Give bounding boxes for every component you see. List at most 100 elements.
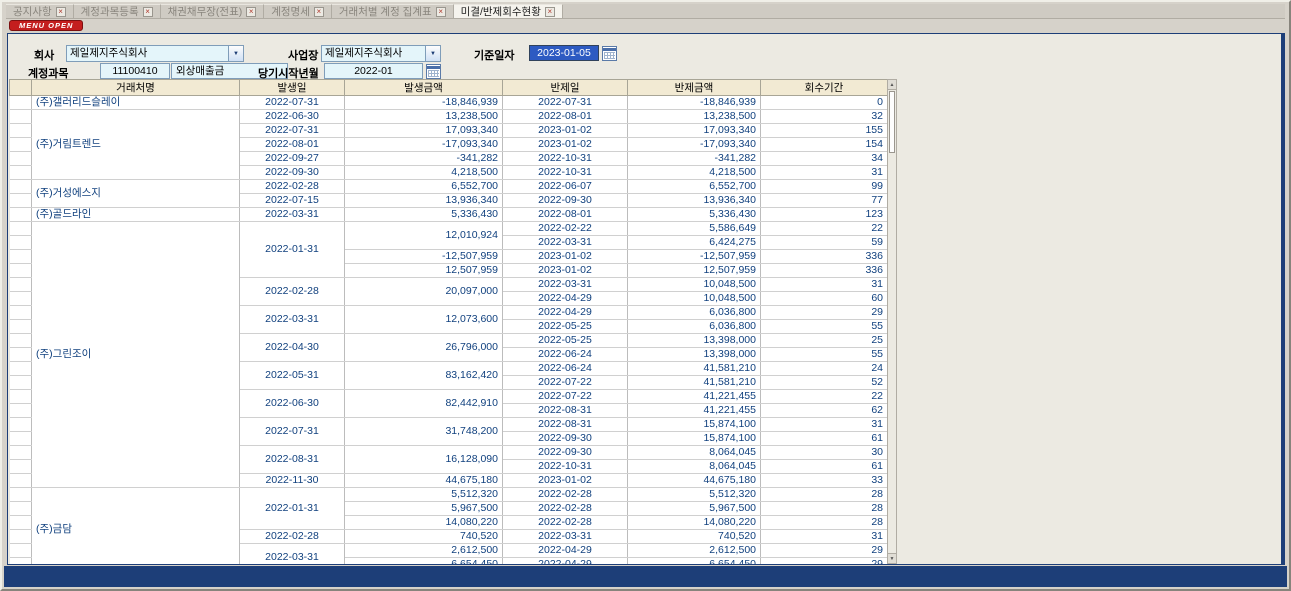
row-gutter-cell[interactable] <box>10 544 32 558</box>
tab-1[interactable]: 공지사항× <box>6 4 74 18</box>
occur-amount-cell[interactable]: 31,748,200 <box>345 418 503 446</box>
settle-date-cell[interactable]: 2022-08-01 <box>503 110 628 124</box>
settle-date-cell[interactable]: 2022-03-31 <box>503 236 628 250</box>
tab-close-icon[interactable]: × <box>545 7 555 17</box>
period-cell[interactable]: 55 <box>761 320 888 334</box>
row-gutter-cell[interactable] <box>10 474 32 488</box>
period-cell[interactable]: 31 <box>761 530 888 544</box>
period-cell[interactable]: 28 <box>761 488 888 502</box>
occur-amount-cell[interactable]: 5,512,320 <box>345 488 503 502</box>
period-cell[interactable]: 25 <box>761 334 888 348</box>
occur-amount-cell[interactable]: 83,162,420 <box>345 362 503 390</box>
period-cell[interactable]: 336 <box>761 264 888 278</box>
tab-close-icon[interactable]: × <box>246 7 256 17</box>
occur-amount-cell[interactable]: 12,507,959 <box>345 264 503 278</box>
occur-date-cell[interactable]: 2022-01-31 <box>240 222 345 278</box>
settle-date-cell[interactable]: 2023-01-02 <box>503 264 628 278</box>
scroll-up-icon[interactable]: ▲ <box>888 80 896 90</box>
occur-amount-cell[interactable]: -12,507,959 <box>345 250 503 264</box>
period-cell[interactable]: 55 <box>761 348 888 362</box>
occur-amount-cell[interactable]: 82,442,910 <box>345 390 503 418</box>
occur-amount-cell[interactable]: 14,080,220 <box>345 516 503 530</box>
customer-cell[interactable]: (주)그린조이 <box>32 222 240 488</box>
settle-date-cell[interactable]: 2022-05-25 <box>503 320 628 334</box>
occur-date-cell[interactable]: 2022-06-30 <box>240 390 345 418</box>
tab-close-icon[interactable]: × <box>143 7 153 17</box>
base-date-input[interactable] <box>529 45 599 61</box>
period-cell[interactable]: 31 <box>761 278 888 292</box>
settle-amount-cell[interactable]: 14,080,220 <box>628 516 761 530</box>
settle-date-cell[interactable]: 2022-10-31 <box>503 152 628 166</box>
occur-amount-cell[interactable]: -341,282 <box>345 152 503 166</box>
period-cell[interactable]: 24 <box>761 362 888 376</box>
settle-date-cell[interactable]: 2022-09-30 <box>503 446 628 460</box>
occur-amount-cell[interactable]: 740,520 <box>345 530 503 544</box>
settle-amount-cell[interactable]: 41,221,455 <box>628 390 761 404</box>
row-gutter-cell[interactable] <box>10 208 32 222</box>
settle-date-cell[interactable]: 2022-04-29 <box>503 544 628 558</box>
settle-date-cell[interactable]: 2022-04-29 <box>503 558 628 565</box>
period-cell[interactable]: 336 <box>761 250 888 264</box>
row-gutter-cell[interactable] <box>10 362 32 376</box>
period-cell[interactable]: 28 <box>761 502 888 516</box>
tab-4[interactable]: 계정명세× <box>264 4 332 18</box>
period-cell[interactable]: 33 <box>761 474 888 488</box>
tab-3[interactable]: 채권채무장(전표)× <box>161 4 265 18</box>
occur-date-cell[interactable]: 2022-03-31 <box>240 306 345 334</box>
tab-6[interactable]: 미결/반제회수현황× <box>454 4 563 18</box>
settle-amount-cell[interactable]: 6,424,275 <box>628 236 761 250</box>
customer-cell[interactable]: (주)거성에스지 <box>32 180 240 208</box>
settle-date-cell[interactable]: 2022-08-01 <box>503 208 628 222</box>
occur-date-cell[interactable]: 2022-07-15 <box>240 194 345 208</box>
period-cell[interactable]: 31 <box>761 166 888 180</box>
settle-amount-cell[interactable]: 5,512,320 <box>628 488 761 502</box>
occur-amount-cell[interactable]: 44,675,180 <box>345 474 503 488</box>
account-code-field[interactable]: 11100410 <box>100 63 170 79</box>
occur-date-cell[interactable]: 2022-09-27 <box>240 152 345 166</box>
settle-date-cell[interactable]: 2023-01-02 <box>503 138 628 152</box>
settle-amount-cell[interactable]: 8,064,045 <box>628 460 761 474</box>
period-cell[interactable]: 59 <box>761 236 888 250</box>
settle-date-cell[interactable]: 2022-02-22 <box>503 222 628 236</box>
occur-date-cell[interactable]: 2022-02-28 <box>240 180 345 194</box>
settle-date-cell[interactable]: 2022-09-30 <box>503 432 628 446</box>
settle-date-cell[interactable]: 2022-10-31 <box>503 166 628 180</box>
settle-amount-cell[interactable]: 13,398,000 <box>628 334 761 348</box>
settle-date-cell[interactable]: 2023-01-02 <box>503 124 628 138</box>
period-cell[interactable]: 30 <box>761 446 888 460</box>
period-cell[interactable]: 31 <box>761 418 888 432</box>
settle-amount-cell[interactable]: -18,846,939 <box>628 96 761 110</box>
tab-close-icon[interactable]: × <box>436 7 446 17</box>
settle-amount-cell[interactable]: 12,507,959 <box>628 264 761 278</box>
occur-date-cell[interactable]: 2022-09-30 <box>240 166 345 180</box>
period-cell[interactable]: 29 <box>761 558 888 565</box>
settle-date-cell[interactable]: 2022-08-31 <box>503 418 628 432</box>
occur-date-cell[interactable]: 2022-07-31 <box>240 418 345 446</box>
period-cell[interactable]: 28 <box>761 516 888 530</box>
period-cell[interactable]: 123 <box>761 208 888 222</box>
row-gutter-cell[interactable] <box>10 138 32 152</box>
row-gutter-cell[interactable] <box>10 334 32 348</box>
settle-date-cell[interactable]: 2022-07-22 <box>503 390 628 404</box>
menu-open-button[interactable]: MENU OPEN <box>9 20 83 31</box>
settle-date-cell[interactable]: 2022-08-31 <box>503 404 628 418</box>
settle-amount-cell[interactable]: 44,675,180 <box>628 474 761 488</box>
period-cell[interactable]: 60 <box>761 292 888 306</box>
settle-amount-cell[interactable]: 10,048,500 <box>628 292 761 306</box>
settle-date-cell[interactable]: 2022-07-22 <box>503 376 628 390</box>
occur-date-cell[interactable]: 2022-05-31 <box>240 362 345 390</box>
row-gutter-cell[interactable] <box>10 460 32 474</box>
row-gutter-cell[interactable] <box>10 110 32 124</box>
occur-date-cell[interactable]: 2022-07-31 <box>240 124 345 138</box>
settle-amount-cell[interactable]: 41,581,210 <box>628 362 761 376</box>
row-gutter-cell[interactable] <box>10 166 32 180</box>
settle-amount-cell[interactable]: 13,936,340 <box>628 194 761 208</box>
settle-date-cell[interactable]: 2022-03-31 <box>503 278 628 292</box>
period-cell[interactable]: 0 <box>761 96 888 110</box>
calendar-icon[interactable] <box>426 64 441 79</box>
row-gutter-cell[interactable] <box>10 124 32 138</box>
settle-amount-cell[interactable]: -341,282 <box>628 152 761 166</box>
settle-date-cell[interactable]: 2023-01-02 <box>503 474 628 488</box>
settle-date-cell[interactable]: 2022-04-29 <box>503 292 628 306</box>
occur-date-cell[interactable]: 2022-03-31 <box>240 544 345 565</box>
